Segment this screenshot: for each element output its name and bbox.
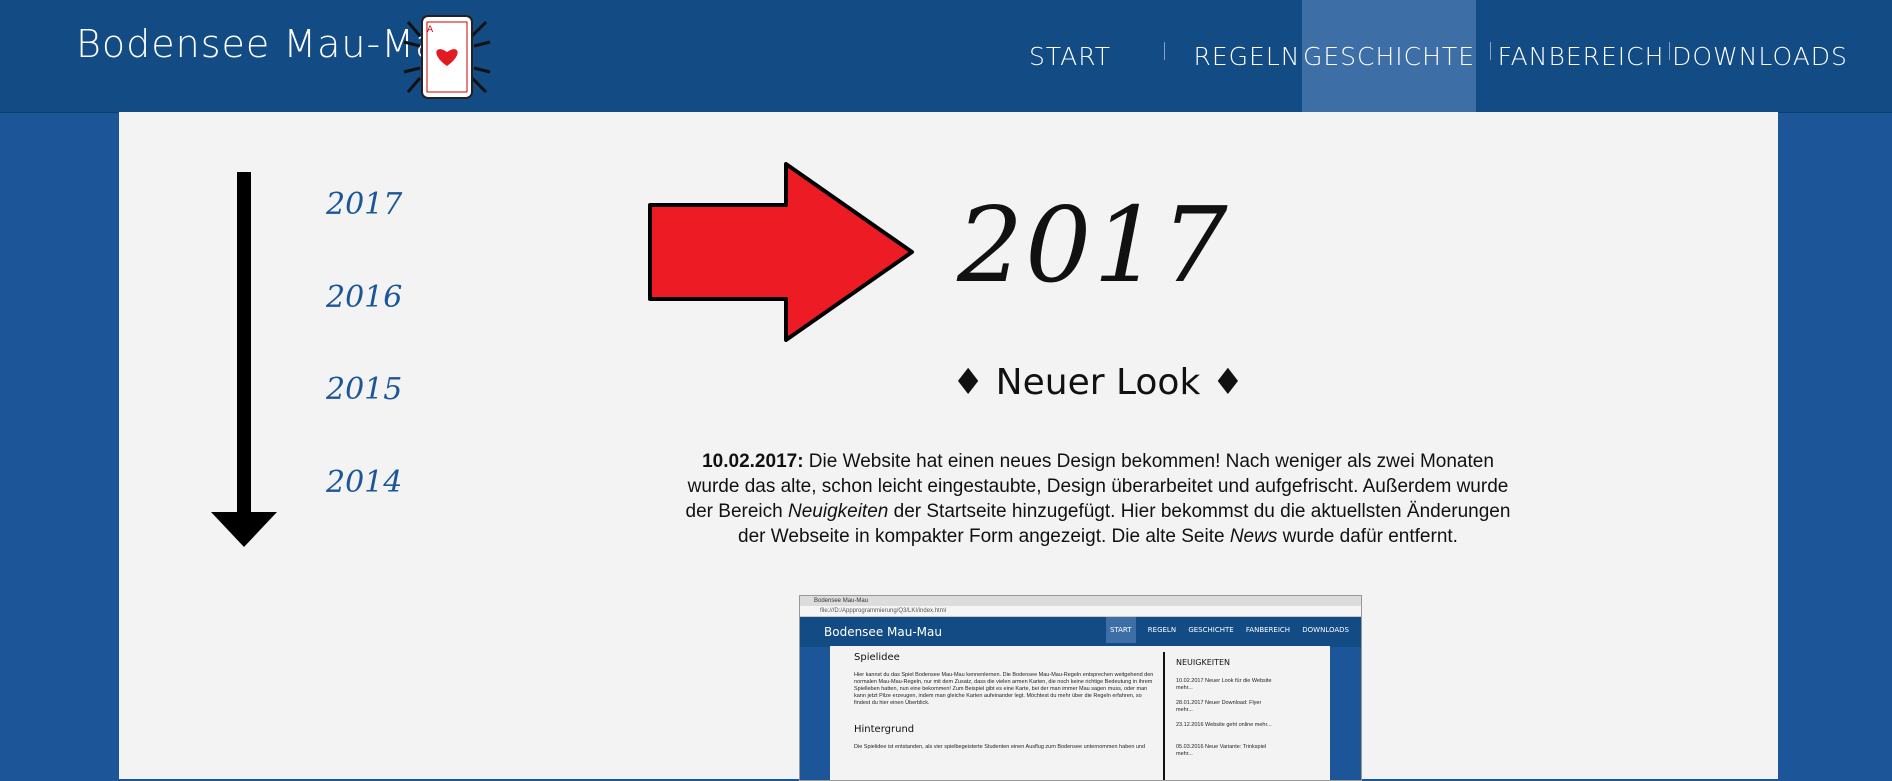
timeline-year-2015[interactable]: 2015 xyxy=(326,372,402,407)
red-right-arrow-icon xyxy=(648,162,914,342)
nav-start[interactable]: START xyxy=(1014,0,1126,112)
timeline-year-2017[interactable]: 2017 xyxy=(326,187,402,222)
nav-separator xyxy=(1164,42,1165,60)
nav-fanbereich[interactable]: FANBEREICH xyxy=(1490,0,1672,112)
screenshot-divider xyxy=(1163,652,1165,780)
entry-text: 10.02.2017: Die Website hat einen neues … xyxy=(685,451,1511,547)
site-header: Bodensee Mau-Mau A START REGELN GESCHICH… xyxy=(0,0,1892,113)
website-screenshot-image: Bodensee Mau-Mau file:///D:/Appprogrammi… xyxy=(799,595,1362,781)
screenshot-brand: Bodensee Mau-Mau xyxy=(824,625,942,639)
svg-text:A: A xyxy=(427,25,434,35)
screenshot-header: Bodensee Mau-Mau START REGELN GESCHICHTE… xyxy=(800,617,1361,647)
timeline-year-2014[interactable]: 2014 xyxy=(326,465,402,500)
screenshot-tab: Bodensee Mau-Mau xyxy=(800,596,1361,606)
nav-regeln[interactable]: REGELN xyxy=(1182,0,1312,112)
current-year-heading: 2017 xyxy=(957,184,1230,306)
main-content: 2017 2016 2015 2014 2017 ♦ Neuer Look ♦ … xyxy=(119,112,1778,781)
nav-separator xyxy=(1669,42,1670,60)
nav-geschichte[interactable]: GESCHICHTE xyxy=(1302,0,1476,112)
entry-date: 10.02.2017: xyxy=(702,451,804,472)
timeline-year-2016[interactable]: 2016 xyxy=(326,280,402,315)
screenshot-nav: START REGELN GESCHICHTE FANBEREICH DOWNL… xyxy=(1096,617,1349,643)
nav-downloads[interactable]: DOWNLOADS xyxy=(1672,0,1847,112)
screenshot-body: Spielidee Hier kannst du das Spiel Boden… xyxy=(830,646,1330,780)
timeline-down-arrow-icon xyxy=(211,172,277,547)
playing-card-logo-icon: A xyxy=(403,15,491,99)
entry-title: ♦ Neuer Look ♦ xyxy=(951,362,1245,403)
screenshot-url: file:///D:/Appprogrammierung/Q3/LKI/inde… xyxy=(800,606,1361,617)
